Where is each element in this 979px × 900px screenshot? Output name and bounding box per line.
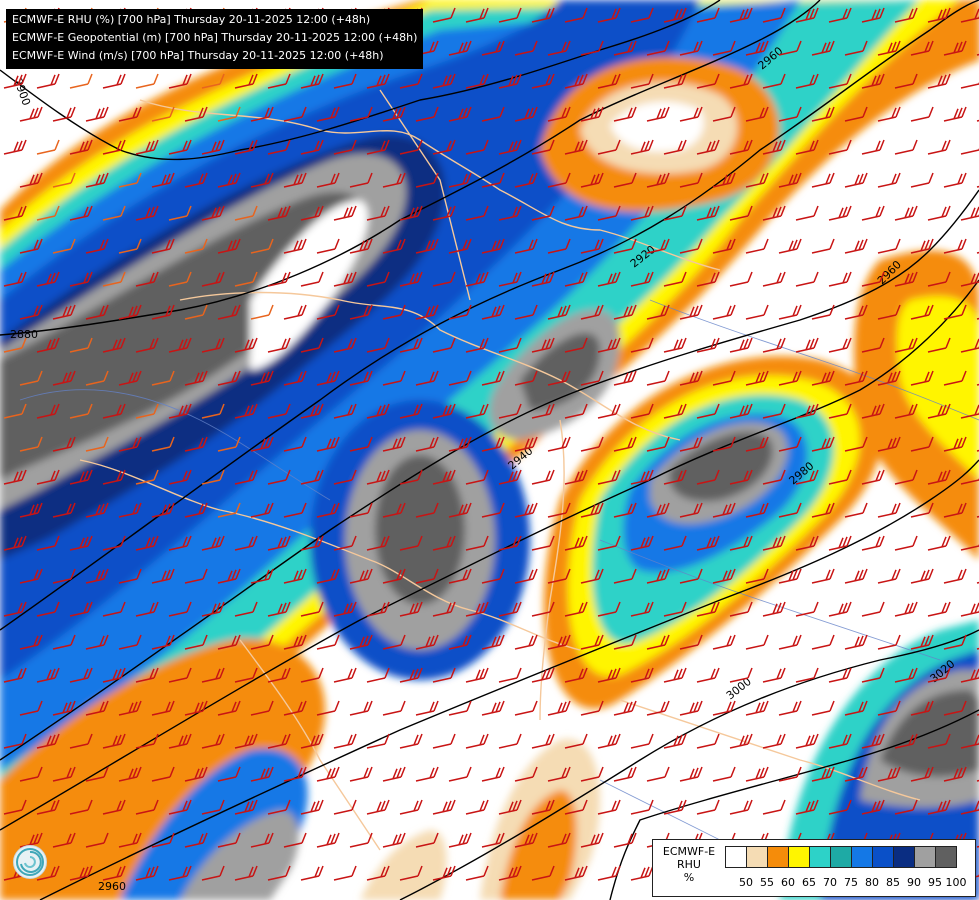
legend-swatch: [893, 846, 915, 868]
legend-swatch: [935, 846, 957, 868]
legend-swatch: [809, 846, 831, 868]
legend-title-line: ECMWF-E: [662, 845, 716, 858]
legend-tick-label: 60: [781, 876, 795, 889]
legend-title-line: RHU: [677, 858, 701, 871]
weather-map: 2880 2920 2940 2960 2980 2960 3000 3020 …: [0, 0, 979, 900]
legend-swatch: [830, 846, 852, 868]
contour-label: 2880: [10, 328, 38, 341]
legend-swatch: [767, 846, 789, 868]
legend-swatch: [872, 846, 894, 868]
legend-tick-label: 50: [739, 876, 753, 889]
header-panel: ECMWF-E RHU (%) [700 hPa] Thursday 20-11…: [6, 9, 424, 69]
legend-tick-label: 65: [802, 876, 816, 889]
legend-tick-label: 95: [928, 876, 942, 889]
legend-tick-label: 75: [844, 876, 858, 889]
legend-title: ECMWF-E RHU %: [653, 845, 725, 884]
legend-swatch: [851, 846, 873, 868]
header-line-rhu: ECMWF-E RHU (%) [700 hPa] Thursday 20-11…: [12, 13, 371, 26]
legend-tick-label: 90: [907, 876, 921, 889]
legend-title-line: %: [683, 871, 695, 884]
legend-ticks: 50 55 60 65 70 75 80 85 90 95 100: [725, 876, 975, 890]
legend-tick-label: 100: [945, 876, 967, 889]
legend-swatch: [746, 846, 768, 868]
legend-tick-label: 85: [886, 876, 900, 889]
legend-swatch: [788, 846, 810, 868]
header-line-geopotential: ECMWF-E Geopotential (m) [700 hPa] Thurs…: [12, 31, 418, 44]
humidity-legend: ECMWF-E RHU % 50 55 60 65 70 75 80 85 90 95 100: [652, 839, 976, 897]
map-viewport[interactable]: 2880 2920 2940 2960 2980 2960 3000 3020 …: [0, 0, 979, 900]
weather-service-logo-icon: [13, 845, 47, 879]
legend-swatch: [725, 846, 747, 868]
contour-label: 2960: [98, 880, 126, 893]
header-line-wind: ECMWF-E Wind (m/s) [700 hPa] Thursday 20…: [12, 49, 384, 62]
legend-tick-label: 70: [823, 876, 837, 889]
legend-swatches: [725, 846, 957, 868]
legend-tick-label: 55: [760, 876, 774, 889]
legend-tick-label: 80: [865, 876, 879, 889]
legend-swatch: [914, 846, 936, 868]
